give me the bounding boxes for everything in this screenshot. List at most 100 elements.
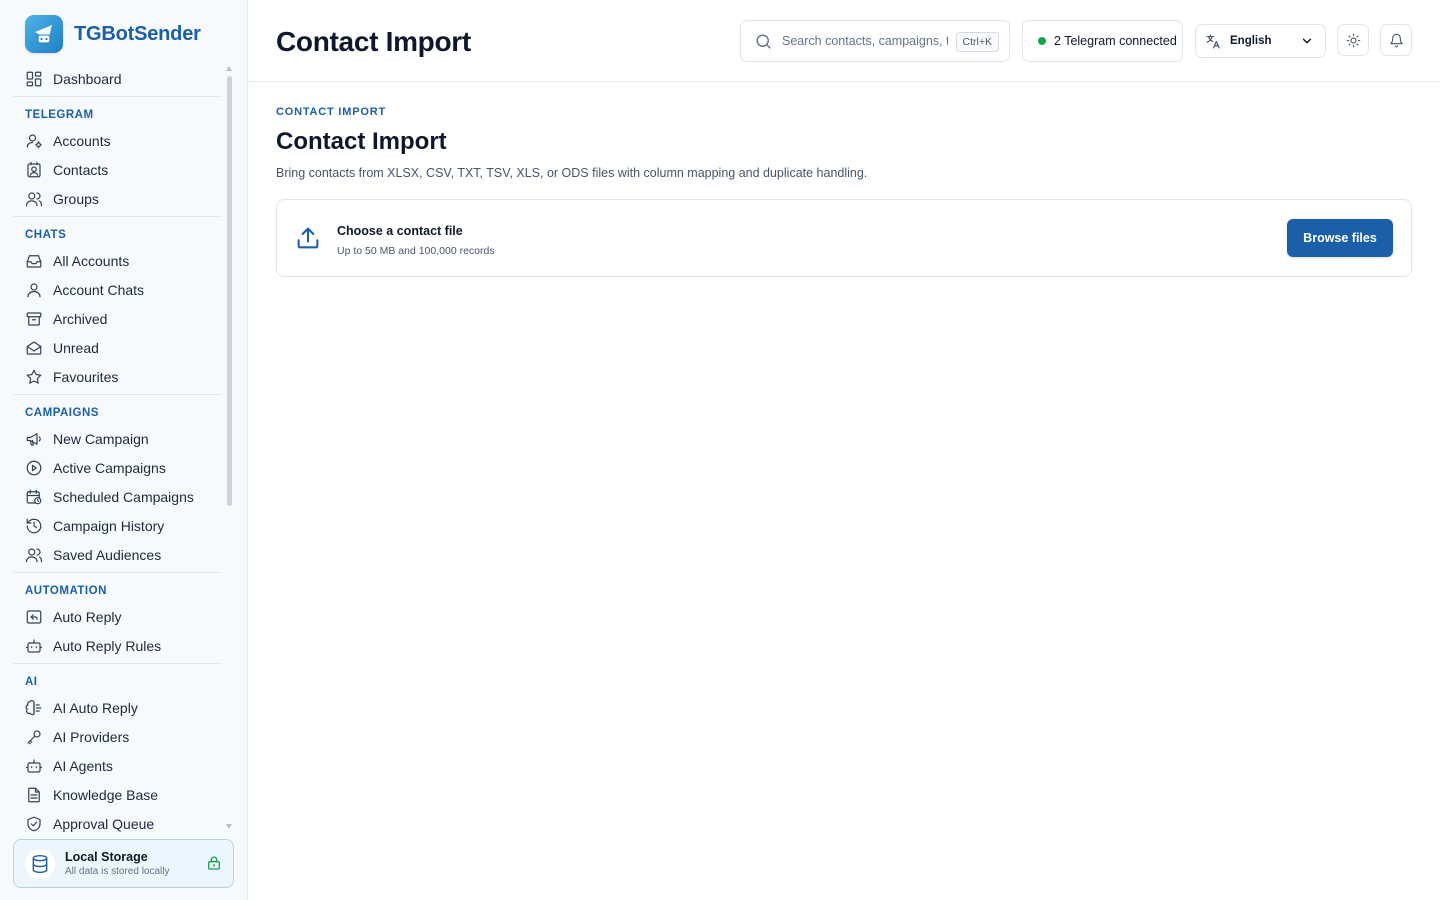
shield-check-icon [27, 816, 41, 831]
scroll-down-arrow-icon[interactable] [226, 824, 232, 829]
sidebar-item-favourites[interactable]: Favourites [13, 362, 222, 391]
section-label-telegram: TELEGRAM [13, 96, 222, 126]
sidebar-item-ai-providers[interactable]: AI Providers [13, 722, 222, 751]
section-eyebrow: CONTACT IMPORT [276, 106, 386, 118]
sidebar-item-auto-reply[interactable]: Auto Reply [13, 602, 222, 631]
sidebar-item-contacts[interactable]: Contacts [13, 155, 222, 184]
scroll-up-arrow-icon[interactable] [226, 66, 232, 71]
accounts-icon [26, 133, 42, 148]
bot-icon [25, 638, 43, 653]
sidebar-item-auto-reply-rules[interactable]: Auto Reply Rules [13, 631, 222, 660]
sidebar-item-approval-queue[interactable]: Approval Queue [13, 809, 222, 834]
sidebar-item-unread[interactable]: Unread [13, 333, 222, 362]
users-icon [25, 547, 43, 562]
language-select[interactable]: English [1195, 24, 1326, 58]
search-placeholder: Search contacts, campaigns, t... [782, 34, 948, 48]
top-header: Contact Import Search contacts, campaign… [248, 0, 1440, 82]
sidebar-item-label: Contacts [53, 161, 109, 178]
star-icon [26, 369, 42, 384]
sidebar-item-scheduled-campaigns[interactable]: Scheduled Campaigns [13, 482, 222, 511]
calendar-clock-icon [26, 489, 42, 504]
section-label-campaigns: CAMPAIGNS [13, 394, 222, 424]
brand[interactable]: TGBotSender [25, 15, 201, 53]
sidebar-item-label: Auto Reply Rules [53, 637, 162, 654]
sidebar-item-campaign-history[interactable]: Campaign History [13, 511, 222, 540]
sidebar-item-label: Dashboard [53, 70, 122, 87]
chevron-down-icon [1302, 38, 1312, 44]
sidebar-nav: Dashboard TELEGRAM Accounts Contacts Gro… [13, 64, 222, 834]
telegram-connection-status[interactable]: 2 Telegram connected [1022, 20, 1183, 62]
upload-limits: Up to 50 MB and 100,000 records [337, 245, 495, 257]
sidebar-item-label: Scheduled Campaigns [53, 488, 194, 505]
sidebar-item-label: Accounts [53, 132, 111, 149]
translate-icon [1206, 34, 1220, 48]
sidebar-item-new-campaign[interactable]: New Campaign [13, 424, 222, 453]
sidebar-item-account-chats[interactable]: Account Chats [13, 275, 222, 304]
sidebar-item-label: All Accounts [53, 252, 130, 269]
database-icon [25, 848, 55, 879]
language-selected-value: English [1230, 35, 1272, 47]
theme-toggle-button[interactable] [1337, 24, 1369, 56]
app-logo-icon [25, 15, 63, 53]
mail-open-icon [26, 340, 42, 355]
page-title: Contact Import [276, 26, 471, 57]
sidebar-item-ai-auto-reply[interactable]: AI Auto Reply [13, 693, 222, 722]
user-icon [27, 282, 41, 297]
sidebar: TGBotSender Dashboard TELEGRAM Accounts … [0, 0, 248, 900]
sidebar-item-knowledge-base[interactable]: Knowledge Base [13, 780, 222, 809]
play-circle-icon [26, 460, 42, 475]
section-label-chats: CHATS [13, 216, 222, 246]
sidebar-item-all-accounts[interactable]: All Accounts [13, 246, 222, 275]
section-label-ai: AI [13, 663, 222, 693]
bell-icon [1389, 33, 1403, 47]
connection-status-text: 2 Telegram connected [1054, 34, 1177, 48]
upload-title: Choose a contact file [337, 224, 463, 238]
reply-icon [26, 609, 42, 624]
section-title: Contact Import [276, 128, 447, 155]
sidebar-item-label: AI Agents [53, 757, 113, 774]
key-icon [27, 729, 41, 744]
sidebar-item-label: Favourites [53, 368, 119, 385]
sidebar-item-label: Approval Queue [53, 815, 155, 832]
lock-icon [206, 854, 222, 877]
sidebar-item-saved-audiences[interactable]: Saved Audiences [13, 540, 222, 569]
sidebar-item-ai-agents[interactable]: AI Agents [13, 751, 222, 780]
sidebar-item-label: Account Chats [53, 281, 145, 298]
sidebar-item-label: AI Auto Reply [53, 699, 138, 716]
file-upload-dropzone[interactable]: Choose a contact file Up to 50 MB and 10… [276, 199, 1412, 277]
bot-icon [25, 758, 43, 773]
dashboard-icon [26, 71, 42, 86]
search-icon [756, 33, 771, 49]
app-name: TGBotSender [74, 22, 201, 45]
sidebar-item-label: Groups [53, 190, 99, 207]
sidebar-item-active-campaigns[interactable]: Active Campaigns [13, 453, 222, 482]
sidebar-item-accounts[interactable]: Accounts [13, 126, 222, 155]
sidebar-item-groups[interactable]: Groups [13, 184, 222, 213]
section-label-automation: AUTOMATION [13, 572, 222, 602]
sidebar-item-dashboard[interactable]: Dashboard [13, 64, 222, 93]
sidebar-item-archived[interactable]: Archived [13, 304, 222, 333]
sidebar-scrollbar-thumb[interactable] [227, 76, 232, 506]
sidebar-item-label: Archived [53, 310, 108, 327]
inbox-icon [26, 254, 42, 268]
local-storage-card: Local Storage All data is stored locally [13, 839, 234, 888]
section-description: Bring contacts from XLSX, CSV, TXT, TSV,… [276, 166, 868, 180]
megaphone-icon [26, 432, 41, 446]
storage-title: Local Storage [65, 850, 148, 864]
sidebar-item-label: Knowledge Base [53, 786, 159, 803]
document-icon [28, 787, 40, 802]
archive-icon [26, 311, 42, 326]
sidebar-item-label: New Campaign [53, 430, 149, 447]
sidebar-item-label: Campaign History [53, 517, 165, 534]
sidebar-item-label: AI Providers [53, 728, 130, 745]
sidebar-item-label: Unread [53, 339, 99, 356]
browse-files-button[interactable]: Browse files [1287, 219, 1393, 257]
history-icon [26, 518, 42, 533]
storage-subtitle: All data is stored locally [65, 866, 170, 877]
sidebar-item-label: Auto Reply [53, 608, 122, 625]
notifications-button[interactable] [1380, 24, 1412, 56]
search-input[interactable]: Search contacts, campaigns, t... Ctrl+K [740, 20, 1010, 62]
sidebar-item-label: Active Campaigns [53, 459, 166, 476]
status-dot-icon [1038, 37, 1046, 45]
brain-icon [25, 699, 42, 715]
